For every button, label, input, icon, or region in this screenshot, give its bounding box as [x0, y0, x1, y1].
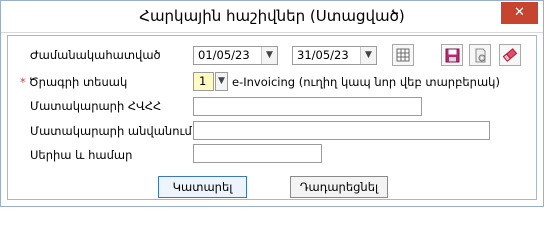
- period-end-value: 31/05/23: [297, 48, 349, 62]
- period-start-value: 01/05/23: [198, 48, 250, 62]
- save-button[interactable]: [441, 44, 463, 66]
- window-title: Հարկային հաշիվներ (Ստացված): [139, 7, 405, 25]
- period-label: Ժամանակահատված: [30, 48, 161, 62]
- series-number-input[interactable]: [193, 144, 322, 163]
- supplier-tin-input[interactable]: [193, 97, 422, 116]
- calendar-grid-button[interactable]: [392, 44, 414, 66]
- form-panel: Ժամանակահատված 01/05/23 ▼ 31/05/23 ▼ * Ծ…: [7, 35, 537, 200]
- doc-type-dropdown[interactable]: ▼: [215, 72, 228, 91]
- cancel-button[interactable]: Դադարեցնել: [290, 176, 388, 198]
- doc-type-code-input[interactable]: 1: [193, 72, 214, 91]
- settings-doc-button[interactable]: [469, 44, 491, 66]
- save-icon: [445, 48, 459, 62]
- eraser-button[interactable]: [499, 44, 521, 66]
- required-mark: *: [20, 75, 26, 89]
- title-bar: Հարկային հաշիվներ (Ստացված) ✕: [1, 1, 543, 33]
- doc-type-label: * Ծրագրի տեսակ: [20, 75, 127, 89]
- chevron-down-icon[interactable]: ▼: [360, 47, 376, 64]
- series-number-label: Սերիա և համար: [30, 148, 133, 162]
- period-end-date[interactable]: 31/05/23 ▼: [292, 46, 377, 65]
- chevron-down-icon: ▼: [218, 76, 225, 86]
- eraser-icon: [502, 48, 518, 62]
- doc-type-label-text: Ծրագրի տեսակ: [28, 75, 128, 89]
- chevron-down-icon[interactable]: ▼: [261, 47, 277, 64]
- settings-doc-icon: [475, 48, 485, 62]
- close-button[interactable]: ✕: [501, 2, 538, 24]
- ok-button[interactable]: Կատարել: [158, 176, 247, 198]
- dialog-window: Հարկային հաշիվներ (Ստացված) ✕ Ժամանակահա…: [0, 0, 544, 207]
- calendar-grid-icon: [396, 48, 410, 62]
- period-start-date[interactable]: 01/05/23 ▼: [193, 46, 278, 65]
- supplier-tin-label: Մատակարարի ՀՎՀՀ: [30, 99, 162, 113]
- doc-type-description: e-Invoicing (ուղիղ կապ նոր վեբ տարբերակ): [232, 75, 500, 89]
- supplier-name-label: Մատակարարի անվանում: [30, 124, 192, 138]
- supplier-name-input[interactable]: [193, 121, 490, 140]
